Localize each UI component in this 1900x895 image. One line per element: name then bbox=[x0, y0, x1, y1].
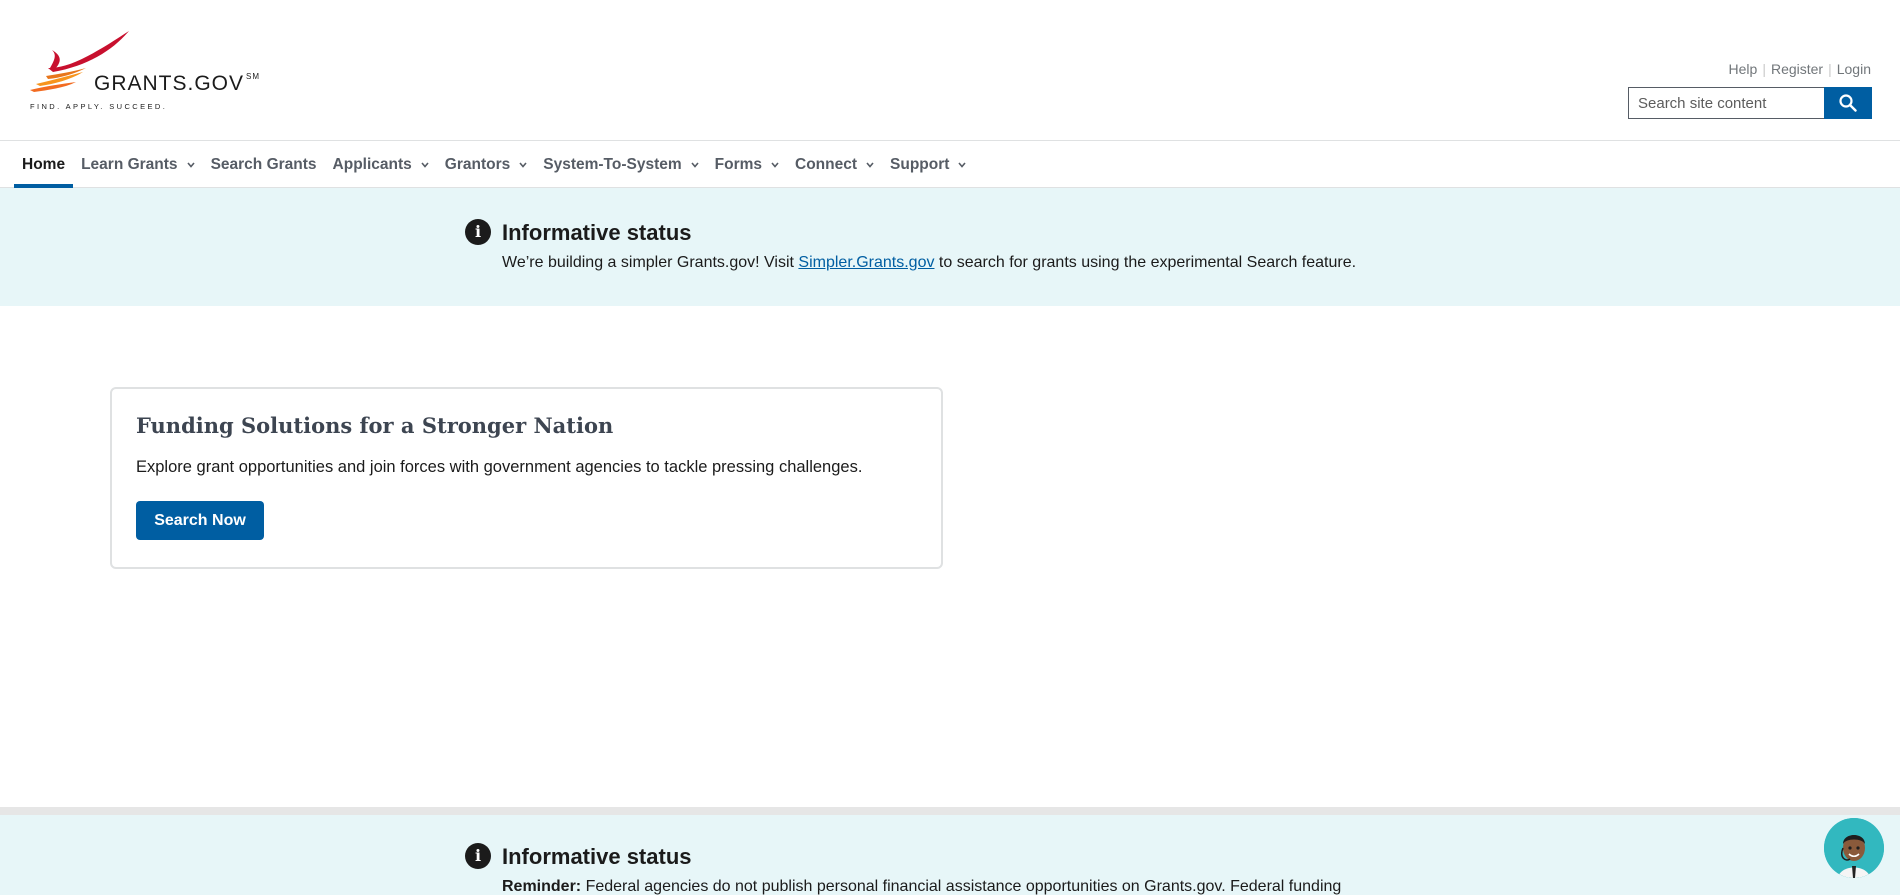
chevron-down-icon bbox=[958, 161, 967, 168]
search-input[interactable] bbox=[1628, 87, 1824, 119]
main-navigation: Home Learn Grants Search Grants Applican… bbox=[0, 141, 1900, 188]
chat-assistant-avatar-icon bbox=[1824, 818, 1884, 878]
logo-wordmark: GRANTS.GOV SM bbox=[94, 72, 261, 95]
nav-label: Applicants bbox=[332, 155, 412, 173]
info-alert-banner: i Informative status We’re building a si… bbox=[0, 188, 1900, 306]
nav-label: System-To-System bbox=[543, 155, 682, 173]
nav-label: Connect bbox=[795, 155, 858, 173]
nav-item-grantors[interactable]: Grantors bbox=[437, 141, 535, 188]
nav-item-applicants[interactable]: Applicants bbox=[325, 141, 437, 188]
info-icon: i bbox=[465, 843, 491, 869]
nav-label: Home bbox=[22, 155, 66, 173]
nav-item-forms[interactable]: Forms bbox=[707, 141, 787, 188]
reminder-label: Reminder: bbox=[502, 878, 582, 895]
search-now-button[interactable]: Search Now bbox=[136, 501, 264, 540]
alert-text-before: We’re building a simpler Grants.gov! Vis… bbox=[502, 254, 799, 271]
card-title: Funding Solutions for a Stronger Nation bbox=[136, 413, 614, 438]
alert-title: Informative status bbox=[502, 844, 692, 869]
chevron-down-icon bbox=[771, 161, 779, 168]
chevron-down-icon bbox=[421, 161, 429, 168]
chevron-down-icon bbox=[866, 161, 874, 168]
nav-item-learn-grants[interactable]: Learn Grants bbox=[73, 141, 202, 188]
search-icon bbox=[1839, 94, 1857, 112]
divider: | bbox=[1762, 61, 1766, 77]
alert-message: We’re building a simpler Grants.gov! Vis… bbox=[502, 254, 1356, 272]
nav-label: Forms bbox=[714, 155, 763, 173]
search-button[interactable] bbox=[1824, 87, 1872, 119]
login-link[interactable]: Login bbox=[1837, 61, 1871, 77]
register-link[interactable]: Register bbox=[1771, 61, 1823, 77]
card-description: Explore grant opportunities and join for… bbox=[136, 458, 863, 476]
chevron-down-icon bbox=[519, 161, 527, 168]
alert-title: Informative status bbox=[502, 220, 692, 245]
nav-item-system-to-system[interactable]: System-To-System bbox=[535, 141, 706, 188]
nav-label: Support bbox=[890, 155, 950, 173]
info-icon: i bbox=[465, 219, 491, 245]
grants-gov-logo[interactable]: GRANTS.GOV SM FIND. APPLY. SUCCEED. bbox=[28, 28, 288, 114]
alert-text-after: to search for grants using the experimen… bbox=[934, 254, 1357, 271]
nav-label: Learn Grants bbox=[81, 155, 178, 173]
site-header: GRANTS.GOV SM FIND. APPLY. SUCCEED. Help |… bbox=[0, 0, 1900, 141]
simpler-grants-link[interactable]: Simpler.Grants.gov bbox=[798, 254, 934, 271]
nav-item-connect[interactable]: Connect bbox=[787, 141, 882, 188]
nav-item-support[interactable]: Support bbox=[882, 141, 974, 188]
alert-message: Reminder: Federal agencies do not publis… bbox=[502, 878, 1341, 895]
nav-label: Search Grants bbox=[210, 155, 317, 173]
help-link[interactable]: Help bbox=[1729, 61, 1758, 77]
hero-card: Funding Solutions for a Stronger Nation … bbox=[110, 387, 943, 569]
site-search bbox=[1628, 87, 1872, 119]
chat-assistant-button[interactable] bbox=[1824, 818, 1884, 878]
reminder-alert-banner: i Informative status Reminder: Federal a… bbox=[0, 807, 1900, 895]
nav-item-home[interactable]: Home bbox=[14, 141, 74, 188]
nav-label: Grantors bbox=[444, 155, 511, 173]
reminder-text: Federal agencies do not publish personal… bbox=[581, 878, 1342, 895]
logo-tagline: FIND. APPLY. SUCCEED. bbox=[30, 102, 168, 111]
divider: | bbox=[1828, 61, 1832, 77]
chevron-down-icon bbox=[186, 161, 195, 168]
utility-links: Help | Register | Login bbox=[1729, 61, 1871, 77]
nav-item-search-grants[interactable]: Search Grants bbox=[203, 141, 325, 188]
chevron-down-icon bbox=[691, 161, 699, 168]
